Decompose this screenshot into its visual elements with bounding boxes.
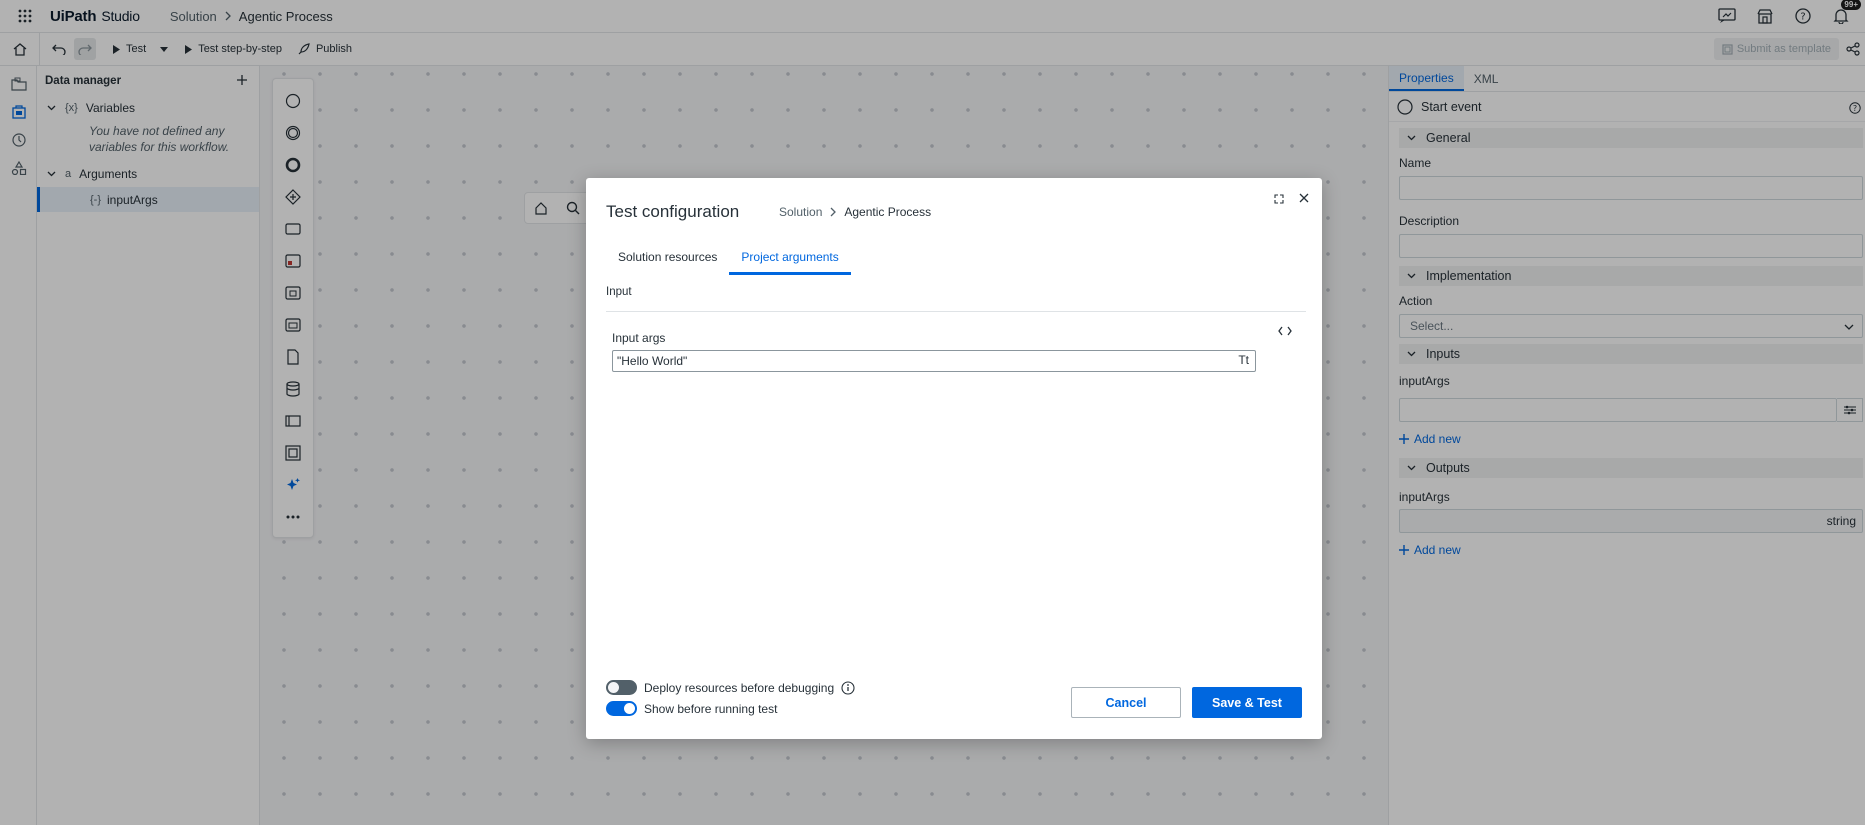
deploy-resources-toggle-row: Deploy resources before debugging xyxy=(606,680,855,695)
expand-icon[interactable] xyxy=(1272,192,1286,206)
deploy-resources-label: Deploy resources before debugging xyxy=(644,680,835,695)
cancel-button[interactable]: Cancel xyxy=(1071,687,1181,718)
dialog-breadcrumb-solution: Solution xyxy=(779,205,823,219)
deploy-resources-toggle[interactable] xyxy=(606,680,637,695)
code-view-icon[interactable] xyxy=(1276,324,1294,338)
dialog-breadcrumb: Solution Agentic Process xyxy=(779,205,931,219)
show-before-running-toggle-row: Show before running test xyxy=(606,701,777,716)
dialog-title: Test configuration xyxy=(606,202,740,221)
dialog-breadcrumb-current: Agentic Process xyxy=(844,205,932,219)
dialog-tabs: Solution resources Project arguments xyxy=(606,250,851,275)
show-before-running-label: Show before running test xyxy=(644,701,778,716)
show-before-running-toggle[interactable] xyxy=(606,701,637,716)
test-configuration-dialog: Test configuration Solution Agentic Proc… xyxy=(586,178,1322,739)
input-args-value: "Hello World" xyxy=(617,354,688,368)
tab-project-arguments[interactable]: Project arguments xyxy=(729,250,851,275)
input-section-label: Input xyxy=(606,286,632,298)
close-icon[interactable] xyxy=(1296,190,1312,206)
info-icon[interactable] xyxy=(841,680,855,695)
input-args-label: Input args xyxy=(612,331,666,345)
text-type-icon[interactable]: Tt xyxy=(1238,353,1249,367)
save-and-test-button[interactable]: Save & Test xyxy=(1192,687,1302,718)
chevron-right-icon xyxy=(829,207,837,217)
input-args-field[interactable]: "Hello World" Tt xyxy=(612,350,1256,372)
tab-solution-resources[interactable]: Solution resources xyxy=(606,250,729,275)
divider xyxy=(606,311,1306,312)
